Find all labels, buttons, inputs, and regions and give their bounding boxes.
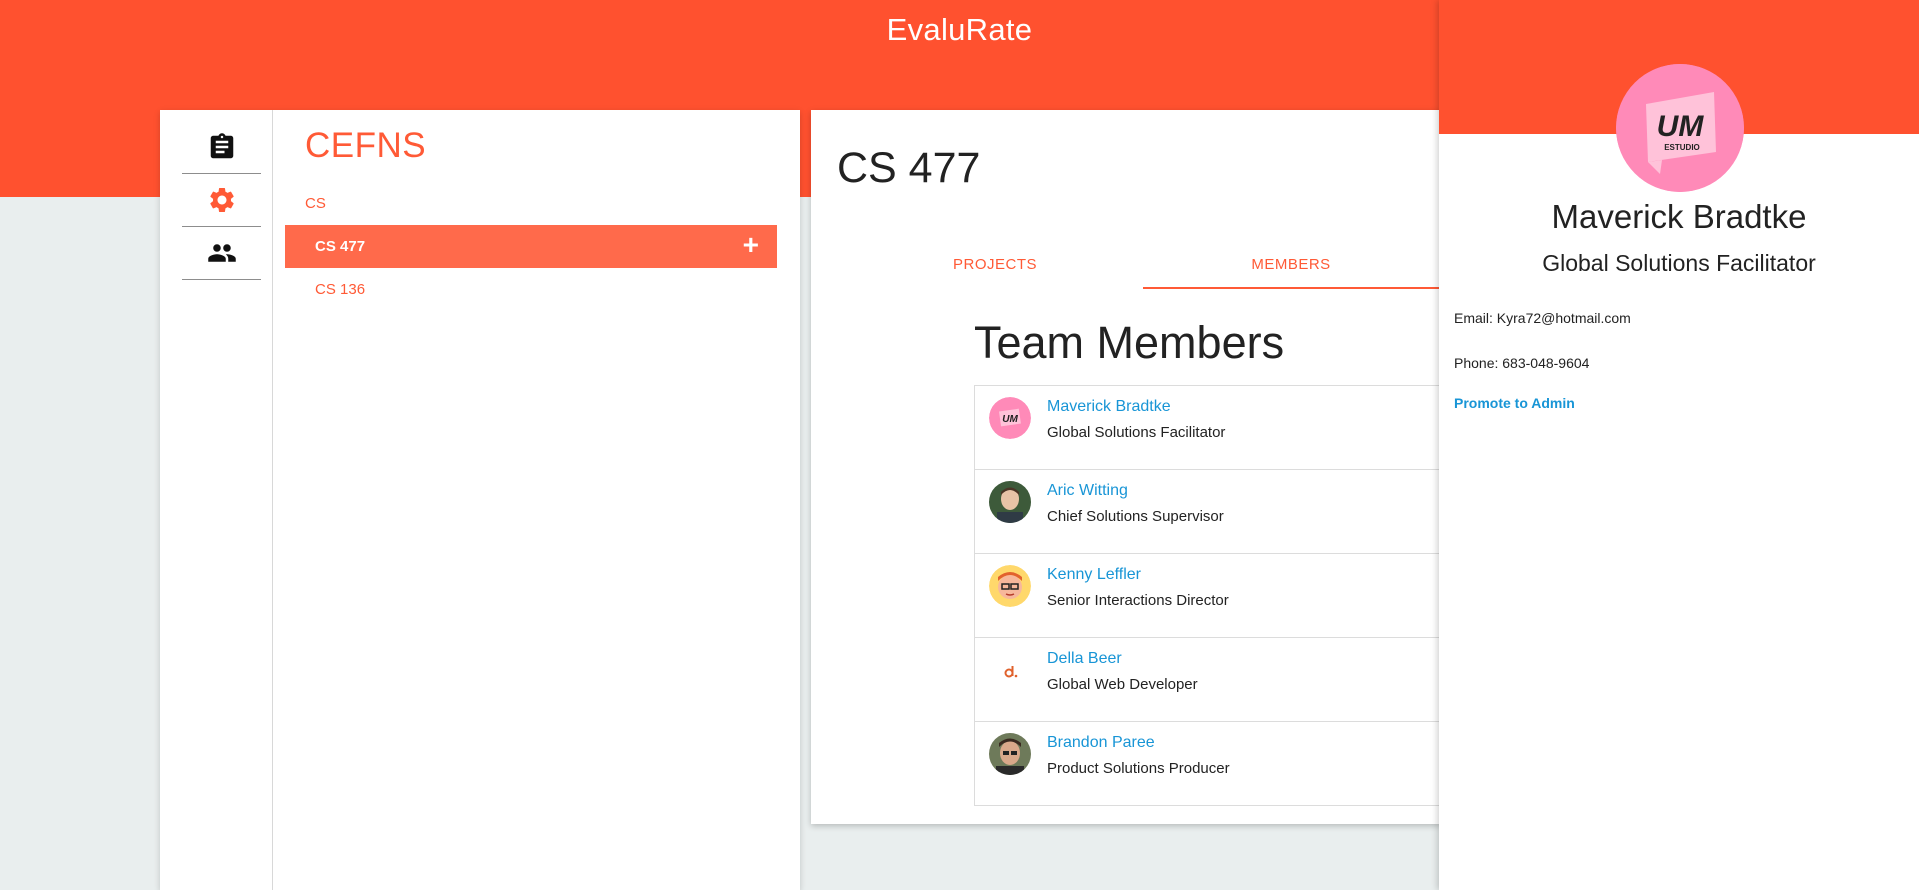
profile-role: Global Solutions Facilitator: [1542, 250, 1816, 276]
profile-avatar-logo-text: UM: [1657, 110, 1705, 143]
course-card: CS 477 PROJECTS MEMBERS Team Members UM …: [811, 110, 1441, 824]
member-role: Chief Solutions Supervisor: [1047, 508, 1224, 525]
course-label: CS 136: [315, 281, 366, 298]
member-role: Senior Interactions Director: [1047, 592, 1229, 609]
list-item[interactable]: Kenny Leffler Senior Interactions Direct…: [975, 554, 1441, 638]
tab-members[interactable]: MEMBERS: [1143, 243, 1439, 289]
profile-avatar: UM ESTUDIO: [1616, 64, 1744, 192]
avatar-logo-text: UM: [1002, 414, 1018, 425]
plus-icon[interactable]: +: [743, 231, 759, 259]
people-icon: [207, 244, 236, 262]
member-role: Global Web Developer: [1047, 676, 1198, 693]
tab-projects[interactable]: PROJECTS: [847, 243, 1143, 289]
profile-phone: Phone: 683-048-9604: [1454, 355, 1590, 371]
promote-to-admin-link[interactable]: Promote to Admin: [1454, 395, 1575, 411]
avatar: [989, 649, 1031, 691]
member-list: UM Maverick Bradtke Global Solutions Fac…: [974, 385, 1441, 806]
avatar: [989, 733, 1031, 775]
avatar: [989, 565, 1031, 607]
icon-rail: [160, 110, 273, 890]
member-role: Global Solutions Facilitator: [1047, 424, 1226, 441]
avatar: [989, 481, 1031, 523]
list-item[interactable]: Brandon Paree Product Solutions Producer: [975, 722, 1441, 806]
course-title: CS 477: [837, 144, 981, 192]
member-name[interactable]: Della Beer: [1047, 650, 1122, 668]
list-item[interactable]: Aric Witting Chief Solutions Supervisor: [975, 470, 1441, 554]
member-name[interactable]: Kenny Leffler: [1047, 566, 1141, 584]
rail-item-assignments[interactable]: [182, 121, 261, 174]
avatar: UM: [989, 397, 1031, 439]
department-label[interactable]: CS: [305, 195, 326, 212]
course-item-cs477[interactable]: CS 477 +: [285, 225, 777, 268]
member-name[interactable]: Aric Witting: [1047, 482, 1128, 500]
profile-name: Maverick Bradtke: [1551, 198, 1807, 235]
member-name[interactable]: Brandon Paree: [1047, 734, 1155, 752]
gear-icon: [209, 187, 234, 212]
team-members-heading: Team Members: [974, 317, 1285, 368]
profile-avatar-logo-subtext: ESTUDIO: [1664, 143, 1700, 152]
course-item-cs136[interactable]: CS 136: [285, 268, 777, 311]
clipboard-icon: [210, 133, 233, 159]
list-item[interactable]: Della Beer Global Web Developer: [975, 638, 1441, 722]
member-role: Product Solutions Producer: [1047, 760, 1230, 777]
profile-email: Email: Kyra72@hotmail.com: [1454, 310, 1631, 326]
list-item[interactable]: UM Maverick Bradtke Global Solutions Fac…: [975, 386, 1441, 470]
rail-item-settings[interactable]: [182, 174, 261, 227]
course-label: CS 477: [315, 238, 366, 255]
member-name[interactable]: Maverick Bradtke: [1047, 398, 1171, 416]
rail-item-people[interactable]: [182, 227, 261, 280]
organization-title: CEFNS: [305, 126, 427, 165]
profile-panel: UM ESTUDIO Maverick Bradtke Global Solut…: [1439, 0, 1919, 890]
